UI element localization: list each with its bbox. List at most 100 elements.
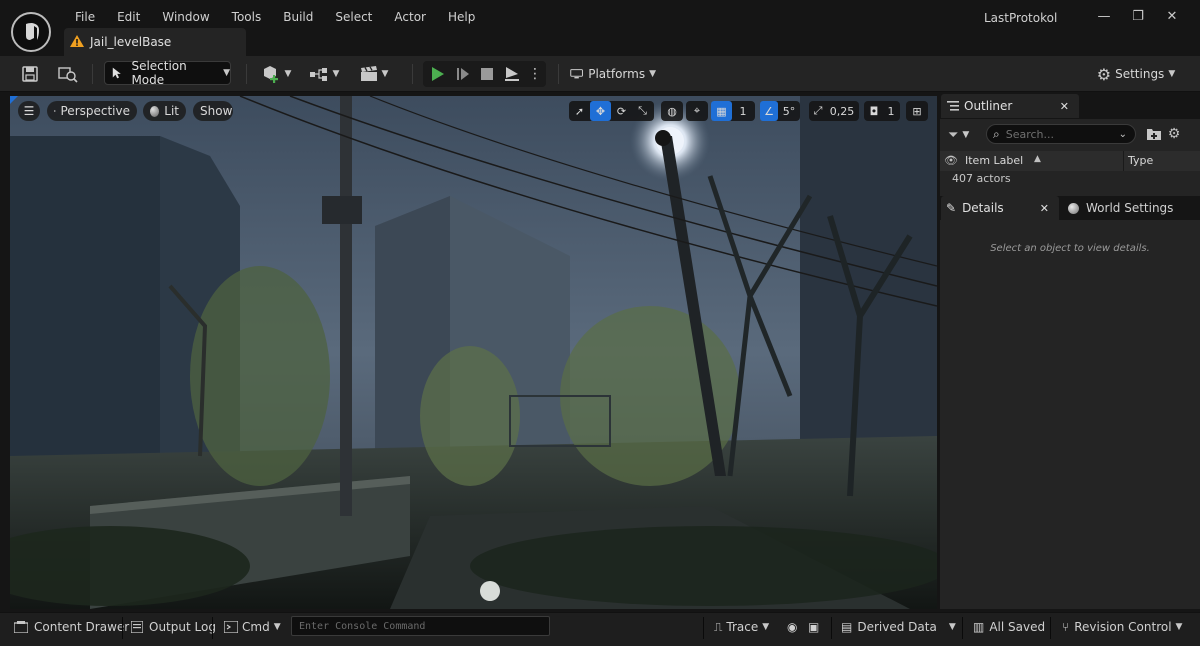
level-document-tab[interactable]: Jail_levelBase: [64, 28, 246, 56]
menu-window[interactable]: Window: [151, 10, 220, 24]
content-drawer-button[interactable]: Content Drawer: [14, 613, 129, 641]
revision-control-dropdown[interactable]: ⑂ Revision Control ▼: [1062, 613, 1182, 641]
lit-view-mode-button[interactable]: Lit: [143, 101, 186, 121]
all-saved-button[interactable]: ▥ All Saved: [973, 613, 1045, 641]
main-toolbar: Selection Mode ▼ ▼ ▼ ▼ ⋮ Platforms ▼ ⚙ S…: [0, 56, 1200, 92]
filter-button[interactable]: ⏷ ▼: [948, 125, 980, 145]
scale-snap-control[interactable]: ⤢ 0,25: [809, 101, 859, 121]
details-empty-message: Select an object to view details.: [990, 243, 1150, 254]
cmd-label: Cmd: [242, 620, 270, 634]
rotate-tool-button[interactable]: ⟳: [611, 101, 632, 121]
perspective-label: Perspective: [60, 104, 131, 118]
record-icon: ◉: [787, 620, 798, 634]
save-icon: [22, 66, 38, 82]
chevron-down-icon: ▼: [962, 130, 970, 140]
rotation-snap-value: 5°: [782, 104, 796, 118]
save-status-icon: ▥: [973, 620, 985, 634]
viewport-options-button[interactable]: ☰: [18, 101, 40, 121]
close-button[interactable]: ✕: [1160, 6, 1184, 26]
trace-label: Trace: [726, 620, 759, 634]
level-viewport[interactable]: ☰ Perspective Lit Show ➚ ✥ ⟳ ⤡ ◍ ⌖ ▦ 1 ∠…: [10, 96, 937, 609]
translate-tool-button[interactable]: ✥: [590, 101, 611, 121]
menu-help[interactable]: Help: [437, 10, 486, 24]
camera-speed-control[interactable]: ◘ 1: [864, 101, 900, 121]
column-item-label[interactable]: Item Label: [965, 154, 1023, 167]
selection-mode-dropdown[interactable]: Selection Mode ▼: [104, 59, 231, 87]
menu-edit[interactable]: Edit: [106, 10, 151, 24]
cursor-icon: ➚: [574, 104, 585, 118]
cmd-button[interactable]: Cmd ▼: [224, 613, 281, 641]
outliner-tab-label: Outliner: [964, 99, 1013, 113]
content-drawer-label: Content Drawer: [34, 620, 130, 634]
restore-button[interactable]: ❐: [1126, 6, 1150, 26]
output-log-button[interactable]: Output Log: [131, 613, 216, 641]
quick-add-button[interactable]: ▼: [258, 60, 294, 88]
clapperboard-icon: [360, 66, 377, 81]
menu-select[interactable]: Select: [324, 10, 383, 24]
perspective-cube-icon: [54, 110, 56, 112]
platforms-icon: [570, 69, 583, 79]
world-local-toggle[interactable]: ◍: [661, 101, 683, 121]
show-flags-button[interactable]: Show: [193, 101, 233, 121]
grid-snap-icon: ▦: [711, 101, 732, 121]
rotation-snap-control[interactable]: ∠ 5°: [760, 101, 800, 121]
play-icon: [432, 67, 444, 81]
menu-actor[interactable]: Actor: [383, 10, 437, 24]
save-button[interactable]: [18, 60, 42, 88]
browse-level-icon: [58, 67, 78, 83]
visibility-eye-icon[interactable]: 👁: [944, 154, 958, 167]
console-command-input[interactable]: Enter Console Command: [291, 616, 550, 636]
record-trace-button[interactable]: ◉: [787, 613, 797, 641]
viewport-corner-marker: [10, 96, 18, 104]
stop-button[interactable]: [476, 61, 498, 87]
outliner-search-input[interactable]: ⌕ Search... ⌄: [986, 124, 1136, 144]
perspective-button[interactable]: Perspective: [47, 101, 137, 121]
advance-frame-button[interactable]: [452, 61, 474, 87]
screenshot-trace-button[interactable]: ▣: [808, 613, 819, 641]
title-bar: File Edit Window Tools Build Select Acto…: [0, 0, 1200, 56]
trace-icon: ⎍: [714, 619, 723, 634]
play-options-kebab-icon[interactable]: ⋮: [527, 61, 543, 87]
surface-snapping-button[interactable]: ⌖: [686, 101, 708, 121]
derived-data-dropdown[interactable]: ▤ Derived Data ▼: [841, 613, 956, 641]
platforms-dropdown[interactable]: Platforms ▼: [570, 60, 656, 88]
settings-dropdown[interactable]: ⚙ Settings ▼: [1096, 60, 1176, 88]
menu-file[interactable]: File: [64, 10, 106, 24]
add-folder-button[interactable]: [1146, 125, 1162, 143]
column-type[interactable]: Type: [1128, 154, 1153, 167]
trace-dropdown[interactable]: ⎍ Trace ▼: [714, 613, 769, 641]
right-panel: Outliner ✕ ⏷ ▼ ⌕ Search... ⌄ ⚙ 👁 Item La…: [940, 93, 1200, 609]
eject-icon: [505, 67, 519, 81]
close-icon[interactable]: ✕: [1040, 202, 1049, 215]
browse-level-button[interactable]: [55, 60, 81, 88]
viewport-layout-button[interactable]: ⊞: [906, 101, 928, 121]
scale-tool-button[interactable]: ⤡: [632, 101, 653, 121]
menu-build[interactable]: Build: [272, 10, 324, 24]
derived-data-icon: ▤: [841, 620, 853, 634]
close-icon[interactable]: ✕: [1060, 100, 1069, 113]
blueprint-icon: [309, 68, 327, 81]
camera-icon: ◘: [869, 104, 879, 118]
details-tab[interactable]: ✎ Details ✕: [941, 196, 1059, 220]
add-folder-icon: [1147, 129, 1161, 140]
play-button[interactable]: [427, 61, 449, 87]
outliner-tab[interactable]: Outliner ✕: [941, 94, 1079, 118]
minimize-button[interactable]: —: [1092, 6, 1116, 26]
select-tool-button[interactable]: ➚: [569, 101, 590, 121]
platforms-label: Platforms: [588, 67, 646, 81]
cinematics-button[interactable]: ▼: [356, 60, 392, 88]
chevron-down-icon: ▼: [332, 69, 340, 79]
output-log-label: Output Log: [149, 620, 216, 634]
search-placeholder: Search...: [1005, 127, 1055, 141]
revision-control-label: Revision Control: [1074, 620, 1172, 634]
camera-speed-value: 1: [887, 104, 895, 118]
eject-button[interactable]: [500, 61, 524, 87]
grid-snap-control[interactable]: ▦ 1: [711, 101, 755, 121]
world-settings-tab[interactable]: World Settings: [1068, 196, 1198, 220]
unreal-logo-icon[interactable]: [11, 12, 51, 52]
stop-icon: [481, 68, 493, 80]
blueprints-button[interactable]: ▼: [306, 60, 342, 88]
menu-tools[interactable]: Tools: [221, 10, 273, 24]
selection-mode-label: Selection Mode: [131, 59, 187, 87]
outliner-settings-gear-icon[interactable]: ⚙: [1166, 125, 1182, 143]
